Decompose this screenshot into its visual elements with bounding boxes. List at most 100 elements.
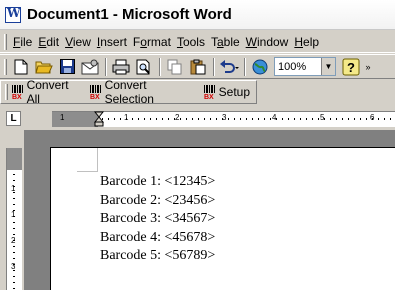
ruler-tick [13, 240, 15, 241]
paste-icon[interactable] [187, 56, 209, 78]
ruler-tick [114, 118, 115, 120]
ruler-tick [384, 118, 385, 120]
ruler-tick [198, 118, 199, 120]
ruler-tick [216, 118, 217, 120]
save-icon[interactable] [56, 56, 78, 78]
open-folder-icon[interactable] [33, 56, 55, 78]
convert-all-label: Convert All [26, 78, 69, 106]
menu-file[interactable]: File [10, 33, 35, 51]
text-line[interactable]: Barcode 3: <34567> [100, 210, 215, 229]
ruler-tick [13, 228, 15, 229]
ruler-tick [192, 118, 193, 120]
text-line[interactable]: Barcode 4: <45678> [100, 229, 215, 248]
ruler-tick [306, 118, 307, 120]
ruler-tick [156, 118, 157, 120]
ruler-tick [240, 118, 241, 120]
toolbar-grip[interactable] [4, 58, 7, 75]
toolbar-options-icon[interactable]: » [363, 56, 373, 78]
print-preview-icon[interactable] [133, 56, 155, 78]
copy-icon[interactable] [164, 56, 186, 78]
barcode-toolbar-grip[interactable] [5, 84, 8, 100]
ruler-tick [366, 118, 367, 120]
menu-edit[interactable]: Edit [35, 33, 62, 51]
ruler-tick [270, 118, 271, 120]
ruler-tick [13, 276, 15, 277]
menu-insert[interactable]: Insert [94, 33, 130, 51]
zoom-select[interactable]: 100% ▼ [274, 57, 336, 76]
barcode-icon: BX [11, 85, 23, 100]
ruler-tick [186, 118, 187, 120]
tab-selector[interactable]: L [6, 111, 21, 126]
print-icon[interactable] [110, 56, 132, 78]
ruler-tick [348, 118, 349, 120]
svg-text:BX: BX [204, 94, 214, 100]
vertical-ruler[interactable]: 1 1 2 3 [6, 148, 22, 290]
barcode-icon: BX [203, 85, 215, 100]
undo-icon[interactable] [218, 56, 240, 78]
menu-grip[interactable] [4, 33, 7, 50]
ruler-tick [252, 118, 253, 120]
ruler-tick [294, 118, 295, 120]
text-line[interactable]: Barcode 2: <23456> [100, 192, 215, 211]
ruler-tick [168, 118, 169, 120]
email-icon[interactable] [79, 56, 101, 78]
convert-selection-button[interactable]: BX Convert Selection [89, 78, 197, 106]
text-line[interactable]: Barcode 1: <12345> [100, 173, 215, 192]
ruler-tick [390, 118, 391, 120]
text-line[interactable]: Barcode 5: <56789> [100, 247, 215, 266]
ruler-tick [144, 118, 145, 120]
ruler-tick [258, 118, 259, 120]
ruler-tick [13, 186, 15, 187]
ruler-tick [13, 216, 15, 217]
ruler-tick [210, 118, 211, 120]
ruler-tick [288, 118, 289, 120]
ruler-tick [13, 180, 15, 181]
document-body[interactable]: Barcode 1: <12345> Barcode 2: <23456> Ba… [100, 173, 215, 266]
ruler-tick [13, 288, 15, 289]
left-margin-area [52, 112, 98, 127]
ruler-tick [13, 198, 15, 199]
ruler-tick [318, 118, 319, 120]
ruler-tick [342, 118, 343, 120]
ruler-label: 1 [60, 113, 65, 122]
ruler-tick [13, 210, 15, 211]
ruler-tick [300, 118, 301, 120]
ruler-row: L 1 1 2 3 4 5 6 [0, 108, 395, 130]
menu-format[interactable]: Format [130, 33, 174, 51]
margin-corner-mark [97, 148, 98, 171]
ruler-tick [180, 118, 181, 120]
setup-button[interactable]: BX Setup [203, 84, 250, 100]
horizontal-ruler[interactable]: 1 1 2 3 4 5 6 [52, 111, 395, 127]
ruler-tick [138, 118, 139, 120]
ruler-tick [330, 118, 331, 120]
chevron-down-icon[interactable]: ▼ [321, 58, 335, 75]
word-icon[interactable] [5, 6, 21, 23]
ruler-tick [120, 118, 121, 120]
web-globe-icon[interactable] [249, 56, 271, 78]
zoom-value: 100% [278, 60, 307, 73]
menu-window[interactable]: Window [243, 33, 292, 51]
ruler-tick [126, 118, 127, 120]
convert-all-button[interactable]: BX Convert All [11, 78, 83, 106]
menu-table[interactable]: Table [208, 33, 243, 51]
ruler-tick [102, 118, 103, 120]
ruler-tick [13, 192, 15, 193]
title-bar[interactable]: Document1 - Microsoft Word [0, 0, 395, 30]
ruler-tick [276, 118, 277, 120]
help-icon[interactable]: ? [340, 56, 362, 78]
ruler-tick [13, 204, 15, 205]
ruler-tick [13, 246, 15, 247]
menu-help[interactable]: Help [291, 33, 322, 51]
ruler-tick [360, 118, 361, 120]
toolbar-separator [213, 57, 215, 76]
menu-view[interactable]: View [62, 33, 94, 51]
ruler-tick [13, 282, 15, 283]
ruler-tick [174, 118, 175, 120]
ruler-tick [354, 118, 355, 120]
top-margin-area [7, 148, 22, 170]
new-document-icon[interactable] [10, 56, 32, 78]
convert-selection-label: Convert Selection [104, 78, 154, 106]
menu-tools[interactable]: Tools [174, 33, 208, 51]
margin-corner-mark [77, 171, 98, 172]
svg-text:BX: BX [12, 94, 22, 100]
